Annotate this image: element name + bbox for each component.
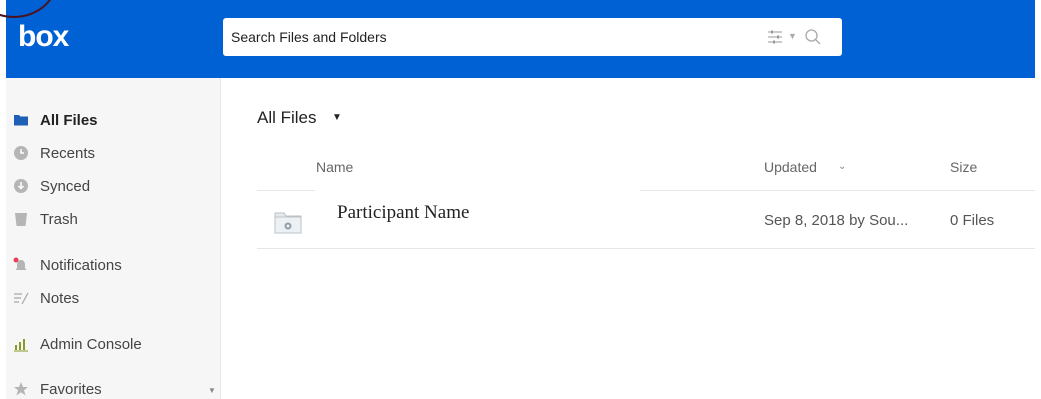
chevron-down-icon[interactable]: ▼ bbox=[332, 112, 342, 123]
divider bbox=[257, 190, 315, 191]
star-icon bbox=[14, 382, 28, 396]
sidebar-item-admin-console[interactable]: Admin Console bbox=[12, 332, 212, 358]
bar-chart-icon bbox=[14, 339, 28, 352]
page-title[interactable]: All Files bbox=[257, 108, 317, 128]
notes-icon bbox=[14, 292, 29, 305]
sidebar-item-all-files[interactable]: All Files bbox=[12, 108, 212, 134]
left-margin bbox=[0, 0, 6, 399]
sidebar-item-recents[interactable]: Recents bbox=[12, 141, 212, 167]
folder-icon bbox=[14, 115, 28, 126]
trash-icon bbox=[15, 213, 27, 226]
right-margin bbox=[1035, 0, 1041, 399]
sidebar-item-label: Recents bbox=[40, 145, 96, 162]
sidebar-item-label: Synced bbox=[40, 178, 91, 195]
updated-value: Sep 8, 2018 by Sou... bbox=[764, 212, 909, 229]
column-header-size[interactable]: Size bbox=[950, 159, 977, 175]
folder-name[interactable]: Participant Name bbox=[337, 202, 469, 224]
column-header-name[interactable]: Name bbox=[316, 159, 353, 175]
sort-chevron-icon[interactable]: ⌄ bbox=[838, 161, 846, 172]
filter-chevron-down-icon[interactable]: ▼ bbox=[788, 31, 797, 41]
size-value: 0 Files bbox=[950, 212, 995, 229]
filter-icon[interactable] bbox=[767, 30, 783, 44]
sidebar-item-notes[interactable]: Notes bbox=[12, 286, 212, 312]
top-header: box Search Files and Folders ▼ bbox=[0, 0, 1041, 78]
search-placeholder: Search Files and Folders bbox=[231, 29, 387, 45]
sidebar: All Files Recents Synced Trash Notificat… bbox=[6, 78, 221, 399]
sidebar-item-label: Admin Console bbox=[40, 336, 142, 353]
download-circle-icon bbox=[14, 179, 28, 193]
sidebar-item-label: Notifications bbox=[40, 257, 122, 274]
box-logo[interactable]: box bbox=[18, 20, 69, 54]
sidebar-item-favorites[interactable]: Favorites ▼ bbox=[12, 377, 216, 399]
sidebar-item-synced[interactable]: Synced bbox=[12, 174, 212, 200]
divider bbox=[640, 190, 1035, 191]
chevron-down-icon[interactable]: ▼ bbox=[208, 386, 216, 395]
sidebar-item-trash[interactable]: Trash bbox=[12, 207, 212, 233]
clock-icon bbox=[14, 146, 28, 160]
search-icon[interactable] bbox=[804, 28, 822, 46]
bell-icon bbox=[13, 257, 27, 270]
search-input[interactable]: Search Files and Folders ▼ bbox=[223, 18, 842, 56]
shared-folder-icon bbox=[274, 212, 302, 234]
sidebar-item-notifications[interactable]: Notifications bbox=[12, 253, 212, 279]
sidebar-item-label: Favorites bbox=[40, 381, 102, 398]
sidebar-item-label: Notes bbox=[40, 290, 80, 307]
sidebar-item-label: All Files bbox=[40, 112, 98, 129]
divider bbox=[257, 248, 1035, 249]
sidebar-item-label: Trash bbox=[40, 211, 78, 228]
box-app: box Search Files and Folders ▼ All Files… bbox=[0, 0, 1041, 399]
column-header-updated[interactable]: Updated bbox=[764, 159, 817, 175]
